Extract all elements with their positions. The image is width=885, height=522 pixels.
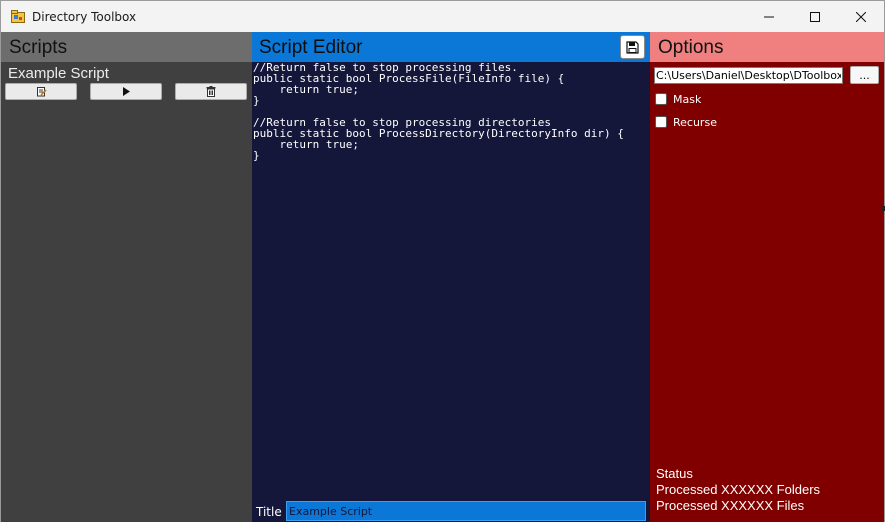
options-header: Options [650, 32, 884, 62]
options-panel: Options ... Mask Recurse Status Processe… [650, 32, 885, 522]
play-icon [122, 87, 130, 96]
mask-label: Mask [673, 92, 702, 106]
editor-header: Script Editor [252, 32, 650, 62]
script-list-item[interactable]: Example Script [8, 65, 109, 82]
status-files: Processed XXXXXX Files [656, 498, 805, 513]
recurse-checkbox-row[interactable]: Recurse [655, 115, 717, 129]
save-icon [626, 40, 639, 54]
mask-checkbox-row[interactable]: Mask [655, 92, 701, 106]
status-heading: Status [656, 466, 693, 481]
edit-icon [36, 87, 47, 97]
close-icon [856, 11, 866, 22]
status-folders: Processed XXXXXX Folders [656, 482, 821, 497]
minimize-icon [764, 16, 774, 17]
editor-panel: Script Editor //Return false to stop pro… [252, 32, 650, 522]
mask-checkbox[interactable] [655, 93, 667, 105]
script-title-input[interactable] [286, 501, 646, 521]
run-script-button[interactable] [90, 83, 162, 100]
window-title: Directory Toolbox [32, 10, 137, 24]
delete-script-button[interactable] [175, 83, 247, 100]
status-area: Status Processed XXXXXX Folders Processe… [656, 466, 820, 514]
scripts-panel: Scripts Example Script [1, 32, 252, 522]
delete-icon [206, 86, 216, 97]
maximize-button[interactable] [792, 1, 838, 32]
app-icon [11, 10, 25, 23]
browse-button[interactable]: ... [850, 66, 879, 84]
app-window: Directory Toolbox Scripts Example Script [0, 0, 885, 522]
recurse-label: Recurse [673, 115, 717, 129]
directory-path-input[interactable] [654, 67, 843, 84]
title-bar[interactable]: Directory Toolbox [1, 1, 884, 32]
edit-script-button[interactable] [5, 83, 77, 100]
recurse-checkbox[interactable] [655, 116, 667, 128]
minimize-button[interactable] [746, 1, 792, 32]
code-editor[interactable]: //Return false to stop processing files.… [253, 62, 649, 497]
maximize-icon [810, 11, 820, 22]
scripts-title: Scripts [9, 37, 68, 58]
save-button[interactable] [620, 35, 645, 59]
title-label: Title [256, 505, 282, 519]
options-title: Options [658, 37, 724, 58]
editor-title: Script Editor [259, 37, 363, 58]
close-button[interactable] [838, 1, 884, 32]
scripts-header: Scripts [1, 32, 252, 62]
